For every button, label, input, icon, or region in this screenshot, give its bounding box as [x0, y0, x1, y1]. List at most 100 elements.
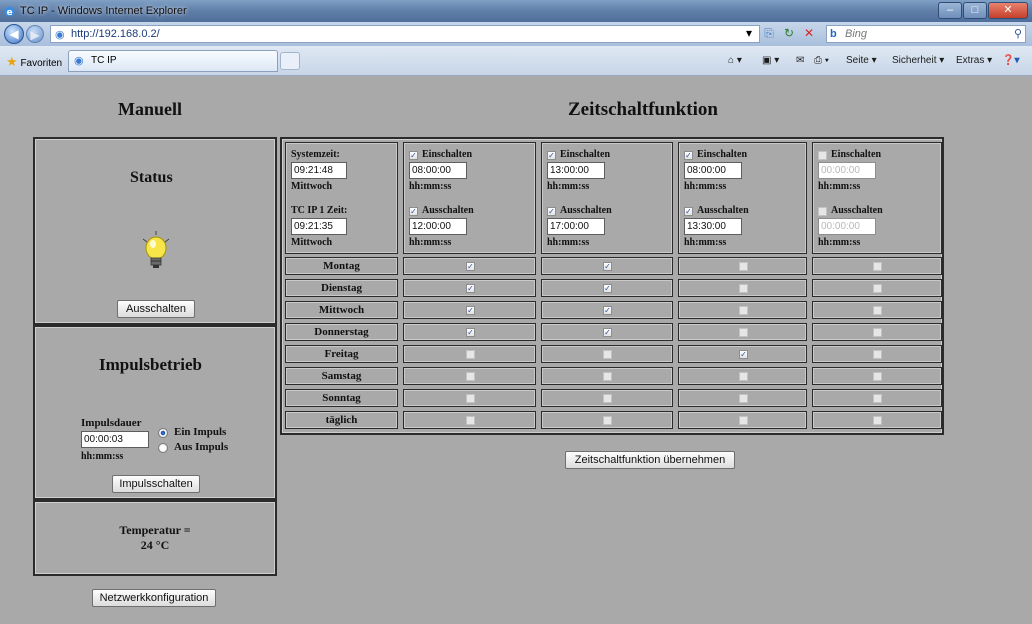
day-checkbox[interactable]: ✓ — [466, 262, 475, 271]
einschalten-checkbox[interactable]: ✓ — [409, 151, 418, 160]
close-button[interactable]: ✕ — [988, 2, 1028, 19]
systemzeit-field: 09:21:48 — [291, 162, 347, 179]
day-checkbox-cell: ✓ — [678, 345, 807, 363]
day-checkbox-cell — [403, 389, 536, 407]
new-tab-button[interactable] — [280, 52, 300, 70]
day-checkbox[interactable] — [466, 350, 475, 359]
ausschalten-label: Ausschalten — [831, 205, 883, 216]
tab-tcip[interactable]: ◉ TC IP — [68, 50, 278, 72]
day-checkbox-cell — [541, 367, 673, 385]
ausschalten-time-input[interactable]: 12:00:00 — [409, 218, 467, 235]
tcip-time-field: 09:21:35 — [291, 218, 347, 235]
back-button[interactable]: ◀ — [4, 24, 24, 44]
ein-impuls-radio[interactable] — [158, 428, 168, 438]
day-checkbox[interactable] — [739, 262, 748, 271]
day-checkbox[interactable] — [873, 262, 882, 271]
day-checkbox[interactable]: ✓ — [603, 328, 612, 337]
day-checkbox[interactable] — [873, 350, 882, 359]
mail-icon[interactable]: ✉ — [796, 55, 804, 66]
ausschalten-time-input[interactable]: 00:00:00 — [818, 218, 876, 235]
einschalten-checkbox[interactable] — [818, 151, 827, 160]
day-checkbox[interactable] — [873, 416, 882, 425]
day-checkbox-cell — [812, 323, 942, 341]
ausschalten-time-input[interactable]: 17:00:00 — [547, 218, 605, 235]
day-checkbox[interactable]: ✓ — [603, 262, 612, 271]
ausschalten-checkbox[interactable]: ✓ — [547, 207, 556, 216]
impulsdauer-input[interactable]: 00:00:03 — [81, 431, 149, 448]
forward-button[interactable]: ▶ — [26, 25, 44, 43]
time-format: hh:mm:ss — [684, 237, 727, 248]
day-checkbox-cell: ✓ — [403, 257, 536, 275]
refresh-icon[interactable]: ↻ — [782, 26, 796, 41]
feeds-icon[interactable]: ▣ ▾ — [762, 55, 779, 66]
day-checkbox[interactable] — [739, 416, 748, 425]
day-checkbox[interactable] — [466, 394, 475, 403]
day-checkbox[interactable] — [873, 328, 882, 337]
day-checkbox[interactable] — [466, 372, 475, 381]
day-checkbox[interactable]: ✓ — [603, 284, 612, 293]
compat-view-icon[interactable]: ⎘ — [762, 26, 776, 41]
day-checkbox-cell — [403, 367, 536, 385]
apply-timer-button[interactable]: Zeitschaltfunktion übernehmen — [565, 451, 735, 469]
einschalten-checkbox[interactable]: ✓ — [684, 151, 693, 160]
favorites-label: Favoriten — [20, 58, 63, 69]
day-checkbox[interactable] — [739, 394, 748, 403]
day-checkbox[interactable] — [739, 284, 748, 293]
stop-icon[interactable]: ✕ — [802, 26, 816, 41]
einschalten-time-input[interactable]: 13:00:00 — [547, 162, 605, 179]
home-icon[interactable]: ⌂ ▾ — [728, 55, 742, 66]
einschalten-time-input[interactable]: 00:00:00 — [818, 162, 876, 179]
minimize-button[interactable]: – — [938, 2, 962, 19]
tab-label: TC IP — [91, 55, 117, 66]
day-checkbox[interactable] — [873, 394, 882, 403]
einschalten-checkbox[interactable]: ✓ — [547, 151, 556, 160]
einschalten-time-input[interactable]: 08:00:00 — [684, 162, 742, 179]
dropdown-icon[interactable]: ▾ — [742, 26, 756, 41]
einschalten-time-input[interactable]: 08:00:00 — [409, 162, 467, 179]
day-checkbox[interactable] — [873, 284, 882, 293]
day-checkbox[interactable] — [739, 328, 748, 337]
sicherheit-menu[interactable]: Sicherheit ▾ — [892, 55, 944, 66]
ausschalten-time-input[interactable]: 13:30:00 — [684, 218, 742, 235]
ausschalten-checkbox[interactable] — [818, 207, 827, 216]
slot-header-cell: ✓ Einschalten 08:00:00 hh:mm:ss ✓ Aussch… — [403, 142, 536, 254]
impulsschalten-button[interactable]: Impulsschalten — [112, 475, 200, 493]
url-field[interactable]: ◉ http://192.168.0.2/ — [50, 25, 760, 43]
day-checkbox-cell — [541, 389, 673, 407]
title-bar: e TC IP - Windows Internet Explorer – □ … — [0, 0, 1032, 22]
day-checkbox[interactable] — [873, 372, 882, 381]
time-info-cell: Systemzeit: 09:21:48 Mittwoch TC IP 1 Ze… — [285, 142, 398, 254]
netzwerkkonfiguration-button[interactable]: Netzwerkkonfiguration — [92, 589, 216, 607]
day-checkbox[interactable]: ✓ — [466, 306, 475, 315]
day-checkbox[interactable] — [603, 394, 612, 403]
favorites-button[interactable]: ★ Favoriten — [6, 54, 62, 70]
ausschalten-button[interactable]: Ausschalten — [117, 300, 195, 318]
day-checkbox[interactable] — [873, 306, 882, 315]
search-icon[interactable]: ⚲ — [1014, 26, 1022, 42]
day-checkbox[interactable]: ✓ — [466, 328, 475, 337]
window-controls: – □ ✕ — [937, 2, 1028, 19]
extras-menu[interactable]: Extras ▾ — [956, 55, 992, 66]
day-checkbox[interactable] — [739, 306, 748, 315]
time-format: hh:mm:ss — [409, 181, 452, 192]
search-field[interactable]: b Bing ⚲ — [826, 25, 1026, 43]
day-checkbox[interactable]: ✓ — [603, 306, 612, 315]
day-checkbox[interactable] — [739, 372, 748, 381]
day-checkbox[interactable] — [603, 350, 612, 359]
ausschalten-checkbox[interactable]: ✓ — [409, 207, 418, 216]
print-icon[interactable]: ⎙ ▾ — [814, 55, 829, 66]
seite-menu[interactable]: Seite ▾ — [846, 55, 877, 66]
maximize-button[interactable]: □ — [963, 2, 987, 19]
day-checkbox[interactable] — [603, 416, 612, 425]
aus-impuls-radio[interactable] — [158, 443, 168, 453]
day-checkbox[interactable] — [603, 372, 612, 381]
day-checkbox[interactable]: ✓ — [739, 350, 748, 359]
day-label: Donnerstag — [314, 326, 369, 338]
ausschalten-label: Ausschalten — [422, 205, 474, 216]
day-label: Samstag — [321, 370, 362, 382]
ausschalten-checkbox[interactable]: ✓ — [684, 207, 693, 216]
day-checkbox[interactable]: ✓ — [466, 284, 475, 293]
timer-table: Systemzeit: 09:21:48 Mittwoch TC IP 1 Ze… — [280, 137, 944, 435]
help-icon[interactable]: ❓▾ — [1002, 55, 1019, 66]
day-checkbox[interactable] — [466, 416, 475, 425]
